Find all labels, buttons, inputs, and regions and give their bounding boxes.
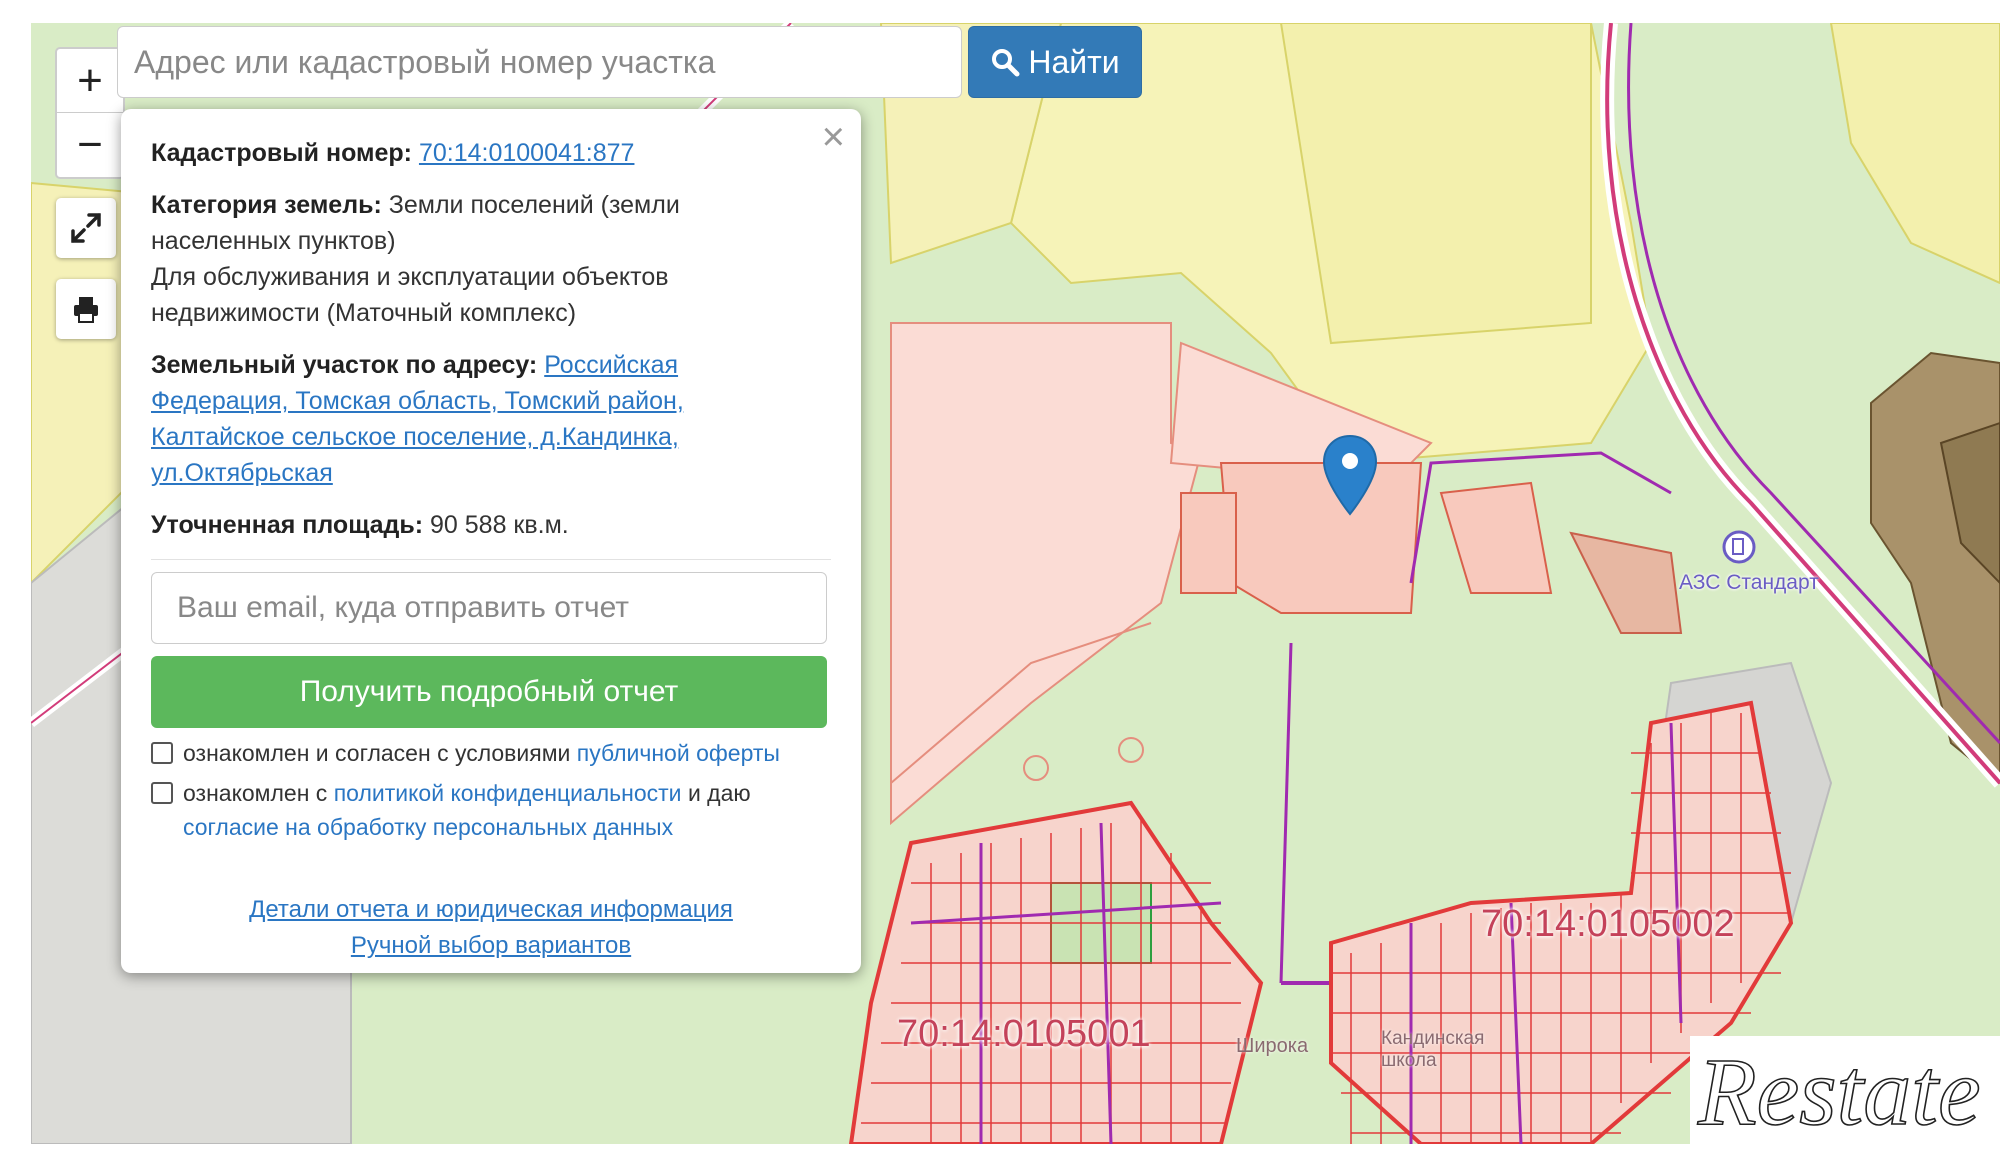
cadastral-number-row: Кадастровый номер: 70:14:0100041:877	[151, 135, 831, 171]
consent-offer-label: ознакомлен и согласен с условиями	[183, 740, 571, 766]
search-button[interactable]: Найти	[968, 26, 1142, 98]
get-report-button[interactable]: Получить подробный отчет	[151, 656, 827, 728]
land-category-row: Категория земель: Земли поселений (земли…	[151, 187, 711, 331]
public-offer-link[interactable]: публичной оферты	[577, 740, 780, 766]
area-row: Уточненная площадь: 90 588 кв.м.	[151, 507, 831, 543]
watermark-text: Restate	[1697, 1038, 1981, 1144]
personal-data-consent-link[interactable]: согласие на обработку персональных данны…	[183, 814, 673, 840]
divider	[151, 559, 831, 560]
search-input[interactable]	[117, 26, 962, 98]
consent-privacy-checkbox[interactable]	[151, 782, 173, 804]
fullscreen-button[interactable]	[56, 198, 116, 258]
consent-offer-row: ознакомлен и согласен с условиями публич…	[151, 736, 831, 770]
search-button-label: Найти	[1028, 43, 1120, 80]
map-marker-icon[interactable]	[1322, 434, 1378, 516]
email-field[interactable]	[151, 572, 827, 644]
map-poi-school: Кандинская школа	[1381, 1028, 1485, 1071]
fullscreen-icon	[71, 213, 101, 243]
map-label-block-0105002: 70:14:0105002	[1481, 903, 1735, 945]
map-poi-street: Широка	[1236, 1035, 1309, 1057]
close-icon[interactable]: ×	[822, 117, 845, 157]
zoom-out-button[interactable]: −	[57, 112, 123, 176]
gas-station-icon[interactable]	[1721, 529, 1757, 565]
map-poi-gas-station: АЗС Стандарт	[1679, 571, 1819, 594]
parcel-info-popup: × Кадастровый номер: 70:14:0100041:877 К…	[121, 109, 861, 973]
print-button[interactable]	[56, 279, 116, 339]
manual-selection-link[interactable]: Ручной выбор вариантов	[151, 928, 831, 964]
consent-offer-checkbox[interactable]	[151, 742, 173, 764]
search-icon	[992, 49, 1020, 77]
report-details-link[interactable]: Детали отчета и юридическая информация	[151, 892, 831, 928]
area-value: 90 588 кв.м.	[430, 511, 569, 539]
cadastral-number-link[interactable]: 70:14:0100041:877	[419, 139, 635, 167]
privacy-policy-link[interactable]: политикой конфиденциальности	[334, 780, 682, 806]
consent-privacy-row: ознакомлен с политикой конфиденциальност…	[151, 776, 831, 844]
print-icon	[74, 297, 98, 323]
consent-privacy-label-a: ознакомлен с	[183, 780, 328, 806]
consent-privacy-label-b: и даю	[687, 780, 751, 806]
address-row: Земельный участок по адресу: Российская …	[151, 347, 711, 491]
restate-watermark-logo: Restate	[1690, 1036, 2000, 1146]
zoom-in-button[interactable]: +	[57, 49, 123, 112]
address-label: Земельный участок по адресу:	[151, 351, 538, 379]
consent-offer-text: ознакомлен и согласен с условиями публич…	[183, 736, 780, 770]
area-label: Уточненная площадь:	[151, 511, 424, 539]
land-category-label: Категория земель:	[151, 191, 382, 219]
consent-privacy-text: ознакомлен с политикой конфиденциальност…	[183, 776, 751, 844]
zoom-control: + −	[55, 47, 125, 179]
map-label-block-0105001: 70:14:0105001	[897, 1013, 1151, 1055]
popup-footer-links: Детали отчета и юридическая информация Р…	[151, 892, 831, 964]
land-usage-value: Для обслуживания и эксплуатации объектов…	[151, 263, 669, 327]
watermark-logo-graphic: Restate	[1696, 1037, 1981, 1146]
cadastral-number-label: Кадастровый номер:	[151, 139, 412, 167]
